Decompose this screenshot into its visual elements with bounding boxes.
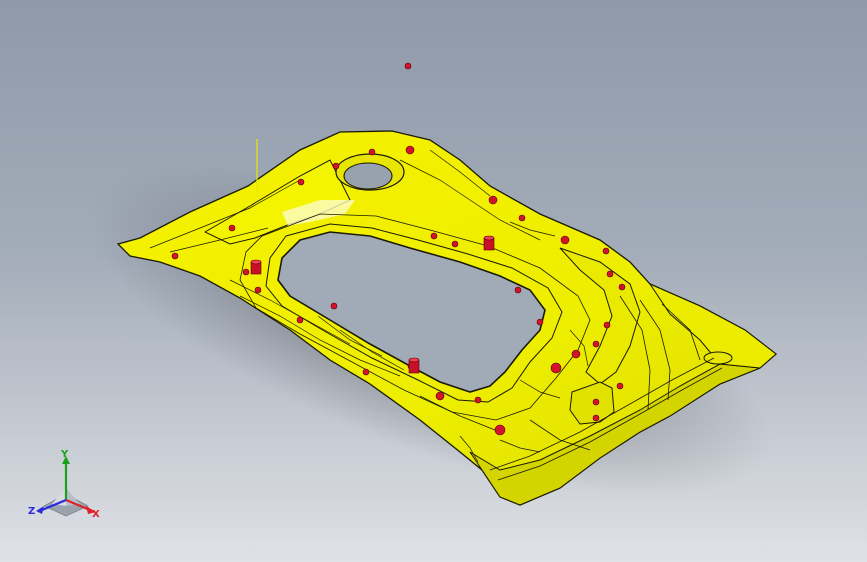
graphics-viewport[interactable]: Y X Z xyxy=(0,0,867,562)
z-axis-arrow xyxy=(36,506,44,514)
z-axis-label: Z xyxy=(28,506,35,517)
y-axis-label: Y xyxy=(60,449,69,460)
upper-round-hole xyxy=(343,162,393,190)
coordinate-triad[interactable]: Y X Z xyxy=(26,448,106,528)
right-oval-slot xyxy=(703,351,733,365)
x-axis-label: X xyxy=(92,509,100,520)
door-inner-panel-model[interactable] xyxy=(0,0,867,562)
